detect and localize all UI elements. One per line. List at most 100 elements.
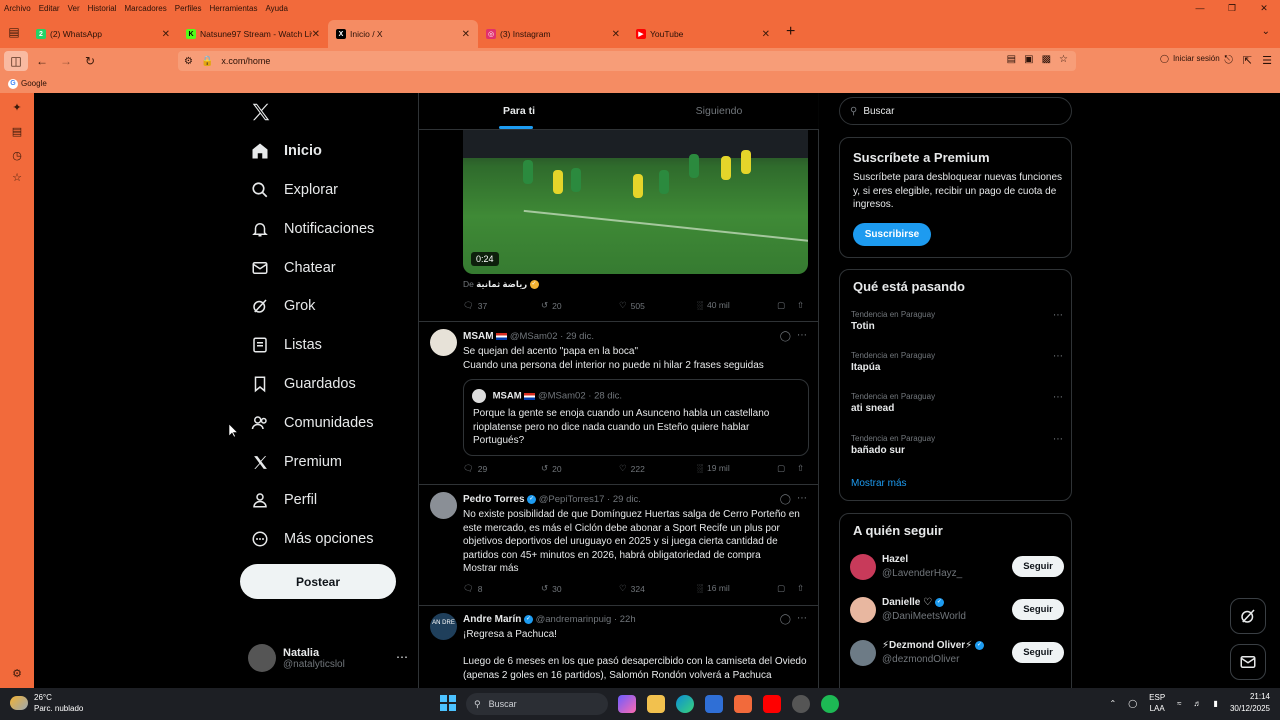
views-button[interactable]: ░ 19 mil — [697, 463, 730, 473]
tabs-icon[interactable]: ▤ — [10, 125, 24, 139]
tab-manager-icon[interactable]: ▤ — [0, 25, 28, 39]
reader-view-icon[interactable]: ▤ — [1007, 54, 1016, 65]
nav-perfil[interactable]: Perfil — [250, 485, 317, 515]
follow-button[interactable]: Seguir — [1012, 556, 1064, 577]
like-button[interactable]: ♡ 505 — [619, 300, 645, 311]
chevron-down-icon[interactable]: ⌄ — [1262, 26, 1270, 37]
tab-kick[interactable]: K Natsune97 Stream - Watch Live ✕ — [178, 20, 328, 48]
edge-icon[interactable] — [676, 695, 694, 713]
post-handle[interactable]: @PepiTorres17 — [539, 494, 605, 505]
share-icon[interactable]: ⇧ — [797, 583, 804, 594]
tab-youtube[interactable]: ▶ YouTube ✕ — [628, 20, 778, 48]
post-pedro-torres[interactable]: Pedro Torres ✓ @PepiTorres17 · 29 dic. ◯… — [419, 484, 819, 603]
share-icon[interactable]: ⇱ — [1243, 54, 1252, 67]
more-icon[interactable]: ⋯ — [797, 330, 807, 341]
like-button[interactable]: ♡ 324 — [619, 583, 645, 594]
trend-item[interactable]: Tendencia en Paraguay Totin ⋯ — [851, 310, 1063, 332]
quoted-post[interactable]: MSAM @MSam02 · 28 dic. Porque la gente s… — [463, 379, 809, 456]
nav-notificaciones[interactable]: Notificaciones — [250, 214, 374, 244]
nav-chatear[interactable]: Chatear — [250, 253, 336, 283]
chevron-up-icon[interactable]: ⌃ — [1109, 699, 1116, 708]
reload-button[interactable]: ↻ — [78, 54, 102, 68]
grok-icon[interactable]: ◯ — [780, 494, 791, 505]
account-switcher[interactable]: Natalia @natalyticslol ⋯ — [248, 643, 408, 673]
store-icon[interactable] — [705, 695, 723, 713]
file-explorer-icon[interactable] — [647, 695, 665, 713]
post-author[interactable]: MSAM — [463, 331, 494, 342]
install-icon[interactable]: ▩ — [1042, 54, 1051, 65]
nav-explorar[interactable]: Explorar — [250, 175, 338, 205]
menu-historial[interactable]: Historial — [84, 4, 121, 13]
more-icon[interactable]: ⋯ — [797, 613, 807, 624]
search-input[interactable]: ⚲ Buscar — [839, 97, 1072, 125]
menu-archivo[interactable]: Archivo — [0, 4, 35, 13]
settings-gear-icon[interactable]: ⚙ — [10, 667, 24, 681]
app-icon[interactable] — [792, 695, 810, 713]
nav-mas-opciones[interactable]: Más opciones — [250, 524, 373, 554]
close-window-icon[interactable]: ✕ — [1248, 0, 1280, 16]
site-info-icon[interactable]: ⚙ — [184, 56, 193, 67]
reply-button[interactable]: 🗨 8 — [463, 583, 483, 594]
post-author[interactable]: Andre Marín — [463, 614, 521, 625]
bookmark-icon[interactable]: ▢ — [777, 463, 785, 474]
windows-start-icon[interactable] — [440, 695, 456, 711]
from-source[interactable]: رياضة ثمانية — [476, 279, 527, 289]
repost-button[interactable]: ↺ 20 — [541, 300, 562, 311]
close-tab-icon[interactable]: ✕ — [462, 29, 470, 40]
close-tab-icon[interactable]: ✕ — [162, 29, 170, 40]
more-icon[interactable]: ⋯ — [1053, 434, 1063, 445]
more-icon[interactable]: ⋯ — [1053, 310, 1063, 321]
battery-icon[interactable]: ▮ — [1214, 699, 1218, 708]
nav-grok[interactable]: Grok — [250, 291, 315, 321]
close-tab-icon[interactable]: ✕ — [612, 29, 620, 40]
tab-x-home[interactable]: X Inicio / X ✕ — [328, 20, 478, 48]
share-icon[interactable]: ⇧ — [797, 300, 804, 311]
tab-para-ti[interactable]: Para ti — [419, 93, 619, 129]
menu-herramientas[interactable]: Herramientas — [205, 4, 261, 13]
post-author[interactable]: Pedro Torres — [463, 494, 525, 505]
tab-instagram[interactable]: ◎ (3) Instagram ✕ — [478, 20, 628, 48]
post-date[interactable]: 22h — [620, 614, 636, 625]
more-icon[interactable]: ⋯ — [1053, 392, 1063, 403]
follow-button[interactable]: Seguir — [1012, 599, 1064, 620]
nav-comunidades[interactable]: Comunidades — [250, 408, 373, 438]
share-icon[interactable]: ⇧ — [797, 463, 804, 474]
menu-ayuda[interactable]: Ayuda — [261, 4, 292, 13]
ai-sparkle-icon[interactable]: ✦ — [10, 101, 24, 115]
tab-siguiendo[interactable]: Siguiendo — [619, 93, 819, 129]
subscribe-button[interactable]: Suscribirse — [853, 223, 931, 246]
grok-icon[interactable]: ◯ — [780, 614, 791, 625]
url-text[interactable]: x.com/home — [221, 56, 270, 66]
views-button[interactable]: ░ 40 mil — [697, 300, 730, 310]
close-tab-icon[interactable]: ✕ — [312, 29, 320, 40]
nav-inicio[interactable]: Inicio — [250, 136, 322, 166]
grok-fab-button[interactable] — [1230, 598, 1266, 634]
menu-perfiles[interactable]: Perfiles — [171, 4, 206, 13]
clock[interactable]: 21:14 30/12/2025 — [1230, 691, 1270, 715]
more-icon[interactable]: ⋯ — [1053, 351, 1063, 362]
video-player[interactable]: 0:24 — [463, 130, 808, 274]
trend-item[interactable]: Tendencia en Paraguay ati snead ⋯ — [851, 392, 1063, 414]
views-button[interactable]: ░ 16 mil — [697, 583, 730, 593]
post-button[interactable]: Postear — [240, 564, 396, 599]
extensions-icon[interactable]: ⎋ — [1224, 54, 1233, 67]
follow-suggestion[interactable]: Danielle ♡ ✓ @DaniMeetsWorld Seguir — [850, 597, 1064, 627]
back-button[interactable]: ← — [30, 54, 54, 68]
new-tab-button[interactable]: + — [786, 23, 795, 41]
post-date[interactable]: 29 dic. — [613, 494, 641, 505]
bookmark-google[interactable]: Google — [21, 79, 47, 88]
repost-button[interactable]: ↺ 30 — [541, 583, 562, 594]
microphone-icon[interactable]: ◯ — [1128, 699, 1137, 708]
weather-widget[interactable]: 26°C Parc. nublado — [10, 692, 83, 714]
repost-button[interactable]: ↺ 20 — [541, 463, 562, 474]
wifi-icon[interactable]: ≈ — [1177, 699, 1181, 708]
image-icon[interactable]: ▣ — [1024, 54, 1033, 65]
more-icon[interactable]: ⋯ — [797, 493, 807, 504]
close-tab-icon[interactable]: ✕ — [762, 29, 770, 40]
more-icon[interactable]: ⋯ — [396, 650, 408, 664]
star-icon[interactable]: ☆ — [1059, 54, 1068, 65]
follow-suggestion[interactable]: ⚡Dezmond Oliver⚡ ✓ @dezmondOliver Seguir — [850, 640, 1064, 670]
post-date[interactable]: 29 dic. — [566, 331, 594, 342]
tab-whatsapp[interactable]: 2 (2) WhatsApp ✕ — [28, 20, 178, 48]
menu-icon[interactable]: ☰ — [1262, 54, 1272, 67]
